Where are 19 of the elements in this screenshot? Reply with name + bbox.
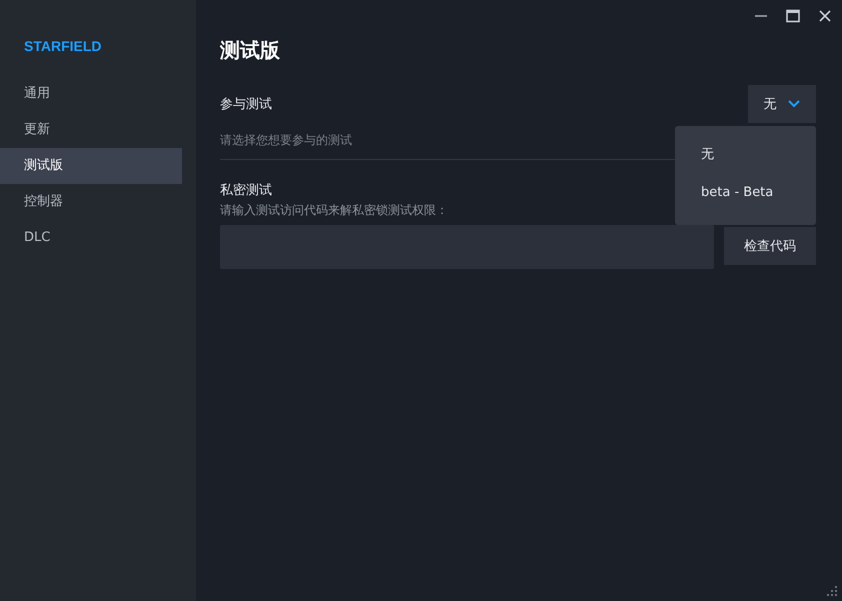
dropdown-option[interactable]: 无 [675,136,816,174]
section-description: 请输入测试访问代码来解私密锁测试权限： [220,202,449,219]
beta-dropdown[interactable]: 无 [748,85,816,123]
dropdown-option[interactable]: beta - Beta [675,174,816,212]
section-hint: 请选择您想要参与的测试 [220,132,353,149]
close-icon[interactable] [818,9,832,23]
sidebar-item[interactable]: DLC [0,220,182,256]
maximize-icon[interactable] [786,9,800,23]
section-label: 参与测试 [220,96,272,113]
sidebar-item[interactable]: 测试版 [0,148,182,184]
resize-grip-icon[interactable] [826,585,838,597]
check-code-button[interactable]: 检查代码 [724,227,816,265]
page-title: 测试版 [220,37,281,64]
section-label: 私密测试 [220,182,272,199]
sidebar-item[interactable]: 通用 [0,76,182,112]
access-code-field[interactable] [220,225,714,269]
sidebar-item[interactable]: 控制器 [0,184,182,220]
game-title: STARFIELD [23,38,103,54]
sidebar-item[interactable]: 更新 [0,112,182,148]
